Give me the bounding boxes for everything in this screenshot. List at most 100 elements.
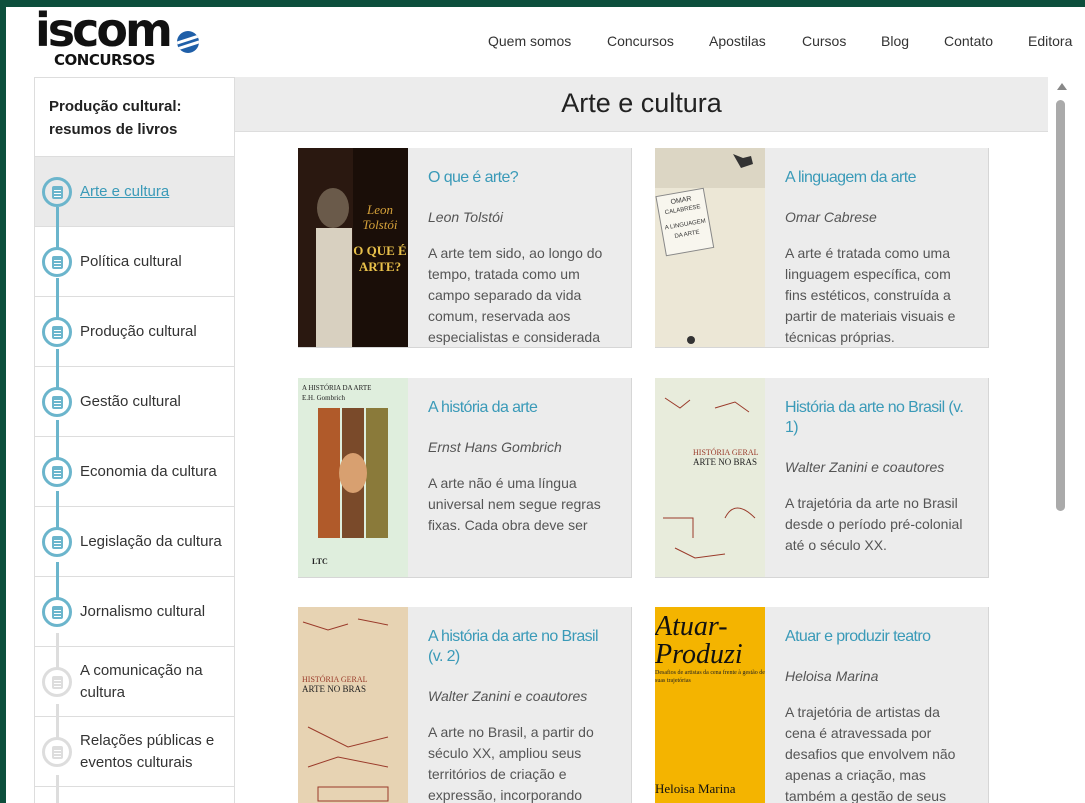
sidebar-item[interactable]: A comunicação na cultura: [35, 647, 234, 717]
timeline-connector: [56, 278, 59, 320]
card-description: A trajetória da arte no Brasil desde o p…: [785, 495, 963, 553]
book-card[interactable]: HISTÓRIA GERAL ARTE NO BRAS A história da …: [298, 607, 632, 803]
document-icon: [42, 386, 72, 417]
cover-text: HISTÓRIA GERAL: [693, 447, 759, 457]
nav-concursos[interactable]: Concursos: [607, 33, 674, 49]
sidebar-item[interactable]: Legislação da cultura: [35, 507, 234, 577]
book-card[interactable]: A HISTÓRIA DA ARTE E.H. Gombrich LTC A hist…: [298, 378, 632, 578]
card-author: Walter Zanini e coautores: [785, 459, 945, 475]
cover-text: Leon: [366, 202, 393, 217]
card-title[interactable]: A história da arte: [428, 398, 614, 418]
card-title[interactable]: Atuar e produzir teatro: [785, 627, 971, 647]
card-author: Heloisa Marina: [785, 668, 879, 684]
sidebar-item-label: Produção cultural: [80, 322, 197, 340]
page-title: Arte e cultura: [235, 77, 1048, 132]
nav-editora[interactable]: Editora: [1028, 33, 1072, 49]
book-cover-image[interactable]: HISTÓRIA GERAL ARTE NO BRAS: [298, 607, 408, 803]
nav-contato[interactable]: Contato: [944, 33, 993, 49]
cover-text: HISTÓRIA GERAL: [302, 674, 368, 684]
sidebar-item-label: A comunicação na cultura: [80, 661, 203, 701]
card-description: A trajetória de artistas da cena é atrav…: [785, 704, 956, 803]
site-header: iscom CONCURSOS Quem somos Concursos Apo…: [6, 4, 1085, 73]
nav-apostilas[interactable]: Apostilas: [709, 33, 766, 49]
document-icon: [42, 596, 72, 627]
book-card[interactable]: OMAR CALABRESE A LINGUAGEM DA ARTE A linguag…: [655, 148, 989, 348]
brand-sub: CONCURSOS: [54, 51, 155, 69]
book-cover-image[interactable]: HISTÓRIA GERAL ARTE NO BRAS: [655, 378, 765, 577]
sidebar-item[interactable]: Produção cultural: [35, 297, 234, 367]
card-description: A arte não é uma língua universal nem se…: [428, 475, 601, 533]
card-author: Leon Tolstói: [428, 209, 503, 225]
sidebar-item[interactable]: Relações públicas e eventos culturais: [35, 717, 234, 787]
cover-text: Tolstói: [363, 217, 398, 232]
sidebar-item-label: Legislação da cultura: [80, 532, 222, 550]
sidebar-item[interactable]: Jornalismo cultural: [35, 577, 234, 647]
card-title[interactable]: História da arte no Brasil (v. 1): [785, 398, 971, 438]
card-text: A história da arte no Brasil (v. 2) Walte…: [428, 627, 614, 803]
scroll-up-arrow-icon[interactable]: [1057, 83, 1067, 90]
cover-text: Produzi: [655, 639, 743, 670]
document-icon: [42, 456, 72, 487]
card-text: A história da arte Ernst Hans Gombrich A a…: [428, 398, 614, 576]
sidebar-item-label: Gestão cultural: [80, 392, 181, 410]
sidebar-item-label: Economia da cultura: [80, 462, 217, 480]
globe-icon: [177, 31, 199, 53]
book-cover-image[interactable]: OMAR CALABRESE A LINGUAGEM DA ARTE: [655, 148, 765, 347]
card-title[interactable]: O que é arte?: [428, 168, 614, 188]
nav-blog[interactable]: Blog: [881, 33, 909, 49]
sidebar-item[interactable]: Economia da cultura: [35, 437, 234, 507]
cover-text: O QUE É: [353, 243, 406, 258]
card-text: História da arte no Brasil (v. 1) Walter …: [785, 398, 971, 576]
cover-text: ARTE NO BRAS: [302, 684, 366, 694]
cover-text: E.H. Gombrich: [302, 394, 345, 402]
cover-text: Heloisa Marina: [655, 781, 736, 796]
book-card[interactable]: Leon Tolstói O QUE É ARTE? O que é arte? Leon…: [298, 148, 632, 348]
book-card[interactable]: HISTÓRIA GERAL ARTE NO BRAS História da ar…: [655, 378, 989, 578]
sidebar-item[interactable]: Gestão cultural: [35, 367, 234, 437]
content-area: Produção cultural: resumos de livros Art…: [6, 73, 1085, 803]
sidebar-item-label: Política cultural: [80, 252, 182, 270]
card-author: Walter Zanini e coautores: [428, 688, 588, 704]
cover-text: ARTE?: [359, 259, 401, 274]
nav-cursos[interactable]: Cursos: [802, 33, 846, 49]
card-text: A linguagem da arte Omar Cabrese A arte é …: [785, 168, 971, 346]
brand-name: iscom: [35, 3, 173, 57]
scrollbar-thumb[interactable]: [1056, 100, 1065, 511]
card-title[interactable]: A história da arte no Brasil (v. 2): [428, 627, 614, 667]
document-icon: [42, 666, 72, 697]
sidebar-item[interactable]: Política cultural: [35, 227, 234, 297]
document-icon: [42, 316, 72, 347]
card-title[interactable]: A linguagem da arte: [785, 168, 971, 188]
card-description: A arte tem sido, ao longo do tempo, trat…: [428, 245, 603, 345]
nav-quem-somos[interactable]: Quem somos: [488, 33, 571, 49]
document-icon: [42, 526, 72, 557]
document-icon: [42, 176, 72, 207]
card-author: Omar Cabrese: [785, 209, 877, 225]
sidebar-item-label: Arte e cultura: [80, 182, 170, 200]
book-cover-image[interactable]: Atuar- Produzi Desafios de artistas da cen…: [655, 607, 765, 803]
cover-text: Atuar-: [655, 611, 728, 642]
timeline-connector: [56, 349, 59, 391]
book-cover-image[interactable]: A HISTÓRIA DA ARTE E.H. Gombrich LTC: [298, 378, 408, 577]
document-icon: [42, 736, 72, 767]
book-card[interactable]: Atuar- Produzi Desafios de artistas da cen…: [655, 607, 989, 803]
sidebar-item-label: Jornalismo cultural: [80, 602, 206, 620]
brand-logo[interactable]: iscom CONCURSOS: [35, 4, 205, 72]
document-icon: [42, 246, 72, 277]
card-author: Ernst Hans Gombrich: [428, 439, 562, 455]
card-text: Atuar e produzir teatro Heloisa Marina A t…: [785, 627, 971, 803]
cover-text: A HISTÓRIA DA ARTE: [302, 384, 371, 392]
main-panel: Arte e cultura Leon Tolstói O QUE É ARTE? O …: [235, 77, 1048, 803]
sidebar-item[interactable]: Arte e cultura: [35, 157, 234, 227]
card-text: O que é arte? Leon Tolstói A arte tem sido…: [428, 168, 614, 346]
cover-text: Desafios de artistas da cena frente à ge…: [655, 670, 765, 684]
timeline-connector: [56, 420, 59, 462]
card-description: A arte é tratada como uma linguagem espe…: [785, 245, 956, 345]
cover-text: LTC: [312, 557, 328, 566]
sidebar-item-label: Relações públicas e eventos culturais: [80, 731, 215, 771]
scrollbar[interactable]: [1054, 79, 1069, 803]
course-sidebar: Produção cultural: resumos de livros Art…: [34, 77, 235, 803]
book-cover-image[interactable]: Leon Tolstói O QUE É ARTE?: [298, 148, 408, 347]
timeline-connector: [56, 775, 59, 803]
sidebar-title: Produção cultural: resumos de livros: [35, 78, 234, 157]
